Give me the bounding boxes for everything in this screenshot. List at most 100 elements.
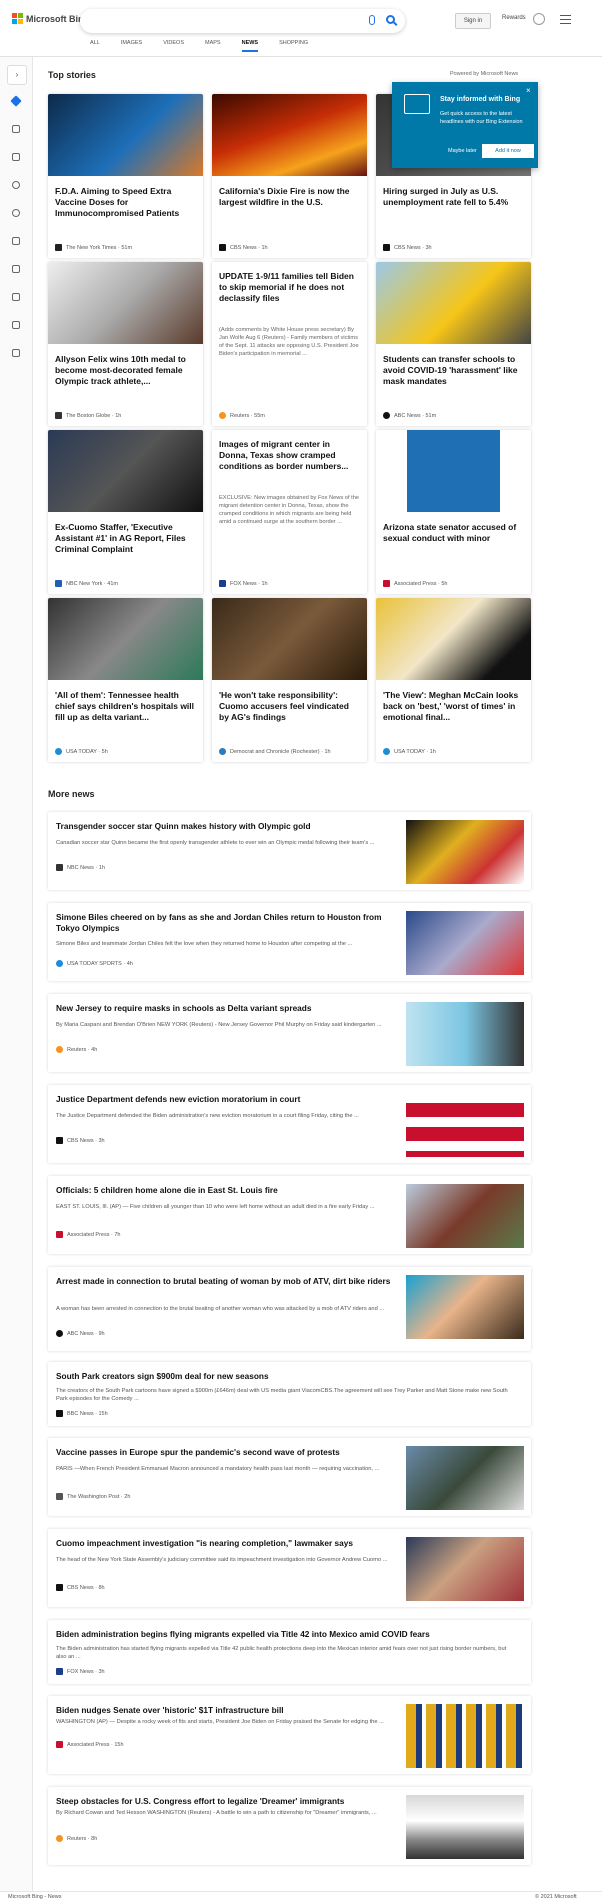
tab-all[interactable]: ALL [90, 40, 100, 52]
source-logo-icon [56, 1046, 63, 1053]
story-card[interactable]: Students can transfer schools to avoid C… [376, 262, 531, 426]
search-input[interactable] [80, 9, 405, 33]
source-text: NBC News · 1h [67, 864, 105, 871]
collapse-rail-icon[interactable]: › [7, 65, 27, 85]
flag-icon[interactable] [12, 153, 20, 161]
rewards-link[interactable]: Rewards [502, 15, 526, 21]
tab-news[interactable]: NEWS [241, 40, 259, 52]
news-list-item[interactable]: Biden nudges Senate over 'historic' $1T … [48, 1696, 531, 1774]
news-list-item[interactable]: South Park creators sign $900m deal for … [48, 1362, 531, 1426]
source-text: The Boston Globe · 1h [66, 412, 122, 419]
news-title: New Jersey to require masks in schools a… [56, 1003, 312, 1013]
bing-extension-popup: Stay informed with Bing Get quick access… [392, 82, 538, 168]
news-title: Biden administration begins flying migra… [56, 1629, 430, 1639]
story-card[interactable]: Images of migrant center in Donna, Texas… [212, 430, 367, 594]
story-card[interactable]: F.D.A. Aiming to Speed Extra Vaccine Dos… [48, 94, 203, 258]
news-title: Cuomo impeachment investigation "is near… [56, 1538, 353, 1548]
news-title: Biden nudges Senate over 'historic' $1T … [56, 1705, 284, 1715]
story-title: Ex-Cuomo Staffer, 'Executive Assistant #… [55, 522, 186, 554]
news-title: Steep obstacles for U.S. Congress effort… [56, 1796, 345, 1806]
rewards-trophy-icon[interactable] [533, 13, 545, 25]
tab-maps[interactable]: MAPS [205, 40, 221, 52]
story-card[interactable]: Arizona state senator accused of sexual … [376, 430, 531, 594]
source-text: NBC New York · 41m [66, 580, 118, 587]
news-image [406, 1446, 524, 1510]
story-card[interactable]: 'The View': Meghan McCain looks back on … [376, 598, 531, 762]
footer-copyright: © 2021 Microsoft [535, 1894, 577, 1900]
story-title: UPDATE 1-9/11 families tell Biden to ski… [219, 271, 354, 303]
source-logo-icon [56, 960, 63, 967]
story-image [376, 262, 531, 344]
news-list-item[interactable]: Transgender soccer star Quinn makes hist… [48, 812, 531, 890]
news-snippet: The creators of the South Park cartoons … [56, 1388, 508, 1402]
news-title: Simone Biles cheered on by fans as she a… [56, 912, 382, 933]
money-icon[interactable] [12, 349, 20, 357]
story-source: NBC New York · 41m [55, 580, 118, 587]
source-logo-icon [219, 412, 226, 419]
news-source: Associated Press · 7h [56, 1231, 121, 1238]
source-text: ABC News · 51m [394, 412, 437, 419]
news-list-item[interactable]: Biden administration begins flying migra… [48, 1620, 531, 1684]
news-title: Officials: 5 children home alone die in … [56, 1185, 278, 1195]
story-card[interactable]: UPDATE 1-9/11 families tell Biden to ski… [212, 262, 367, 426]
tab-shopping[interactable]: SHOPPING [279, 40, 308, 52]
source-logo-icon [55, 580, 62, 587]
story-card[interactable]: 'All of them': Tennessee health chief sa… [48, 598, 203, 762]
menu-icon[interactable] [560, 15, 571, 24]
news-source: BBC News · 15h [56, 1410, 108, 1417]
news-source: NBC News · 1h [56, 864, 105, 871]
source-text: CBS News · 3h [394, 244, 432, 251]
news-list-item[interactable]: New Jersey to require masks in schools a… [48, 994, 531, 1072]
location-icon[interactable] [12, 181, 20, 189]
entertainment-icon[interactable] [12, 293, 20, 301]
add-it-now-button[interactable]: Add it now [482, 144, 534, 158]
news-list-item[interactable]: Arrest made in connection to brutal beat… [48, 1267, 531, 1351]
tools-icon[interactable] [12, 125, 20, 133]
rocket-icon[interactable] [12, 265, 20, 273]
news-list-item[interactable]: Officials: 5 children home alone die in … [48, 1176, 531, 1254]
footer-left-text: Microsoft Bing - News [8, 1894, 62, 1900]
source-logo-icon [56, 1668, 63, 1675]
story-card[interactable]: Allyson Felix wins 10th medal to become … [48, 262, 203, 426]
bing-logo[interactable]: Microsoft Bing [12, 13, 89, 24]
sign-in-button[interactable]: Sign in [455, 13, 491, 29]
source-text: ABC News · 9h [67, 1330, 105, 1337]
bank-icon[interactable] [12, 321, 20, 329]
source-text: USA TODAY · 5h [66, 748, 108, 755]
story-card[interactable]: California's Dixie Fire is now the large… [212, 94, 367, 258]
science-icon[interactable] [12, 237, 20, 245]
news-snippet: By Richard Cowan and Ted Hesson WASHINGT… [56, 1810, 377, 1816]
news-list-item[interactable]: Justice Department defends new eviction … [48, 1085, 531, 1163]
tab-videos[interactable]: VIDEOS [163, 40, 184, 52]
source-text: BBC News · 15h [67, 1410, 108, 1417]
news-image [406, 820, 524, 884]
globe-icon[interactable] [12, 209, 20, 217]
source-text: Reuters · 4h [67, 1046, 98, 1053]
tab-images[interactable]: IMAGES [121, 40, 142, 52]
story-card[interactable]: Ex-Cuomo Staffer, 'Executive Assistant #… [48, 430, 203, 594]
source-text: FOX News · 1h [230, 580, 268, 587]
news-list-item[interactable]: Steep obstacles for U.S. Congress effort… [48, 1787, 531, 1865]
story-card[interactable]: 'He won't take responsibility': Cuomo ac… [212, 598, 367, 762]
top-header: Microsoft Bing Sign in Rewards ALL IMAGE… [0, 0, 602, 57]
left-rail: › [0, 57, 33, 1903]
close-icon[interactable]: × [526, 86, 531, 95]
source-text: Reuters · 8h [67, 1835, 98, 1842]
story-source: ABC News · 51m [383, 412, 436, 419]
microphone-icon[interactable] [369, 15, 375, 25]
story-snippet: EXCLUSIVE: New images obtained by Fox Ne… [219, 495, 360, 525]
search-icon[interactable] [386, 15, 395, 24]
maybe-later-button[interactable]: Maybe later [448, 148, 477, 154]
news-list-item[interactable]: Vaccine passes in Europe spur the pandem… [48, 1438, 531, 1516]
source-text: The New York Times · 51m [66, 244, 133, 251]
news-image [406, 1537, 524, 1601]
news-title: Transgender soccer star Quinn makes hist… [56, 821, 311, 831]
news-list-item[interactable]: Simone Biles cheered on by fans as she a… [48, 903, 531, 981]
source-logo-icon [219, 748, 226, 755]
news-snippet: The head of the New York State Assembly'… [56, 1557, 388, 1563]
source-logo-icon [55, 412, 62, 419]
story-source: USA TODAY · 1h [383, 748, 436, 755]
home-icon[interactable] [10, 95, 22, 107]
source-text: Democrat and Chronicle (Rochester) · 1h [230, 748, 331, 755]
news-list-item[interactable]: Cuomo impeachment investigation "is near… [48, 1529, 531, 1607]
